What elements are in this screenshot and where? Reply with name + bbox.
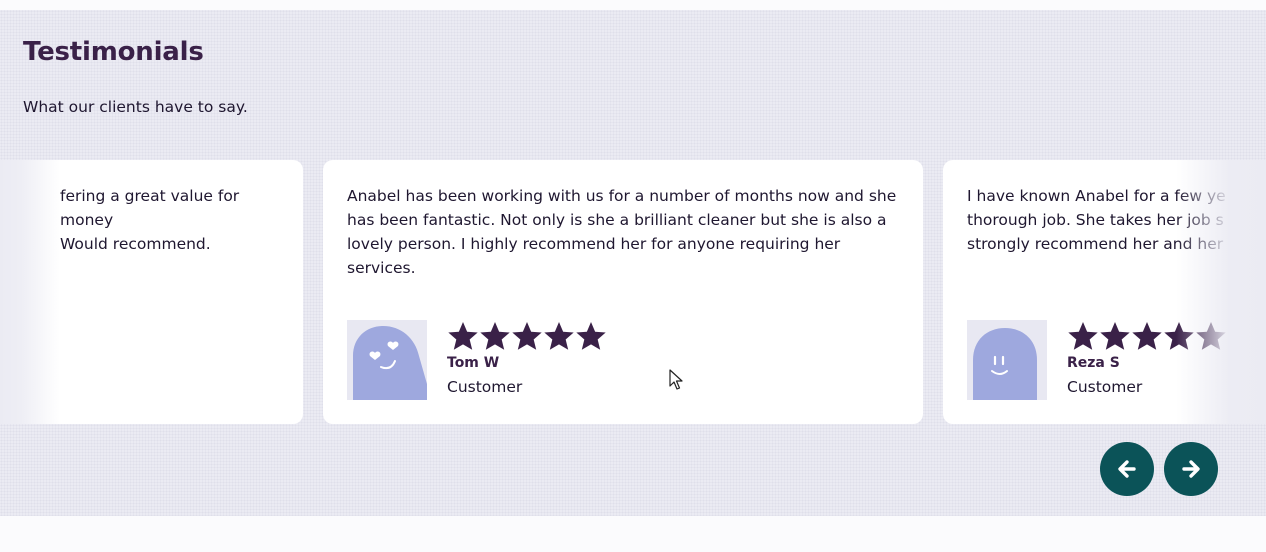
mouse-cursor-icon bbox=[669, 369, 683, 390]
star-icon bbox=[544, 322, 574, 350]
testimonial-card: I have known Anabel for a few ye thoroug… bbox=[943, 160, 1266, 424]
heart-eyes-ghost-avatar-icon bbox=[347, 320, 427, 400]
section-title: Testimonials bbox=[23, 37, 204, 67]
star-icon bbox=[1164, 322, 1194, 350]
star-icon bbox=[512, 322, 542, 350]
star-icon bbox=[1100, 322, 1130, 350]
star-icon bbox=[1196, 322, 1226, 350]
reviewer-role: Customer bbox=[447, 378, 523, 396]
star-icon bbox=[480, 322, 510, 350]
reviewer-role: Customer bbox=[1067, 378, 1143, 396]
reviewer-name: Reza S bbox=[1067, 355, 1120, 371]
testimonial-quote: I have known Anabel for a few ye thoroug… bbox=[967, 187, 1226, 253]
arrow-right-icon bbox=[1182, 460, 1200, 478]
arrow-left-icon bbox=[1118, 460, 1136, 478]
star-icon bbox=[448, 322, 478, 350]
star-icon bbox=[1132, 322, 1162, 350]
reviewer-name: Tom W bbox=[447, 355, 500, 371]
star-icon bbox=[1068, 322, 1098, 350]
smiling-ghost-avatar-icon bbox=[967, 320, 1047, 400]
testimonial-card: Anabel has been working with us for a nu… bbox=[323, 160, 923, 424]
testimonial-quote: fering a great value for money Would rec… bbox=[60, 187, 240, 253]
testimonial-card: fering a great value for money Would rec… bbox=[0, 160, 303, 424]
star-rating bbox=[1067, 320, 1227, 350]
next-button[interactable] bbox=[1164, 442, 1218, 496]
star-icon bbox=[576, 322, 606, 350]
testimonials-section: Testimonials What our clients have to sa… bbox=[0, 10, 1266, 516]
testimonial-quote: Anabel has been working with us for a nu… bbox=[347, 187, 897, 277]
previous-button[interactable] bbox=[1100, 442, 1154, 496]
star-rating bbox=[447, 320, 607, 350]
testimonials-carousel[interactable]: fering a great value for money Would rec… bbox=[0, 160, 1266, 424]
section-subtitle: What our clients have to say. bbox=[23, 98, 248, 116]
